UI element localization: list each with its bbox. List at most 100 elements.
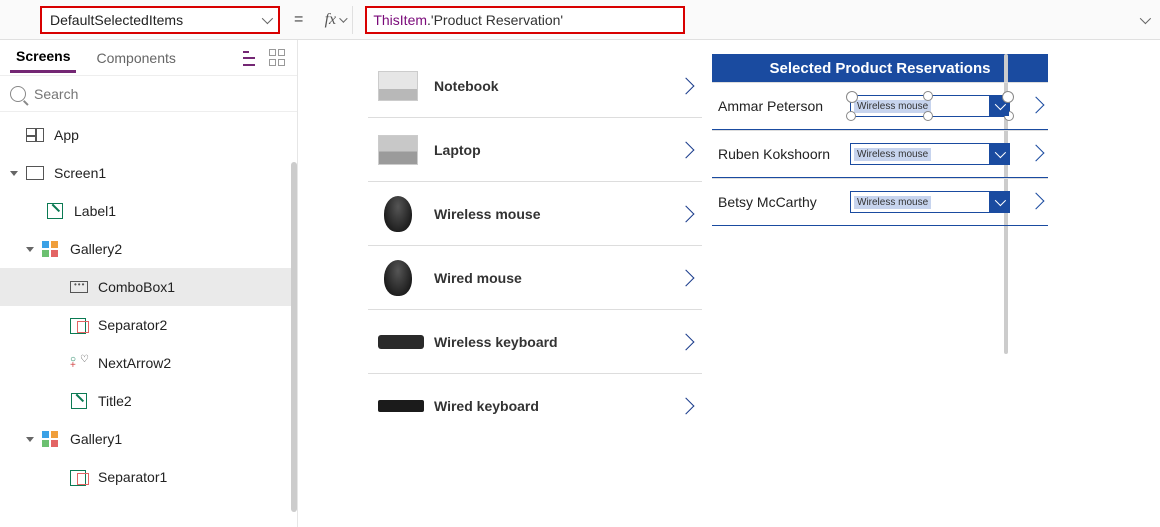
property-dropdown[interactable]: DefaultSelectedItems: [40, 6, 280, 34]
gallery-icon: [42, 241, 60, 257]
tree-view-icon[interactable]: [243, 49, 261, 67]
chevron-right-icon: [1028, 144, 1045, 161]
app-preview: Notebook Laptop Wireless mouse Wired mouse W…: [368, 54, 1148, 438]
tree-item-nextarrow2[interactable]: ○+♡ NextArrow2: [0, 344, 297, 382]
reservation-nav[interactable]: [1030, 147, 1042, 162]
tree-item-combobox1[interactable]: ComboBox1: [0, 268, 297, 306]
combobox-dropdown-button[interactable]: [989, 96, 1009, 116]
tab-components[interactable]: Components: [90, 44, 181, 72]
formula-token-literal: .'Product Reservation': [427, 12, 563, 28]
product-image: [384, 260, 412, 296]
label-icon: [47, 203, 63, 219]
tree-item-label: Label1: [74, 203, 116, 219]
product-row[interactable]: Notebook: [368, 54, 702, 118]
combobox-value: Wireless mouse: [854, 196, 931, 209]
tree-item-label: NextArrow2: [98, 355, 171, 371]
fx-icon: fx: [325, 11, 337, 29]
reservation-row: Betsy McCarthy Wireless mouse: [712, 178, 1048, 226]
chevron-down-icon: [995, 99, 1006, 110]
tree-panel: Screens Components App Screen1 Labe: [0, 40, 298, 527]
chevron-right-icon: [678, 398, 695, 415]
reservation-combobox[interactable]: Wireless mouse: [850, 143, 1010, 165]
tree-item-label: Gallery2: [70, 241, 122, 257]
nextarrow-icon: ○+♡: [70, 356, 88, 370]
tree-view: App Screen1 Label1 Gallery2 ComboBox1: [0, 112, 297, 527]
app-icon: [26, 128, 44, 142]
tree-item-gallery2[interactable]: Gallery2: [0, 230, 297, 268]
chevron-right-icon: [1028, 192, 1045, 209]
reservation-name: Ammar Peterson: [718, 98, 850, 114]
tree-item-label: Gallery1: [70, 431, 122, 447]
combobox-value: Wireless mouse: [854, 100, 931, 113]
gallery-icon: [42, 431, 60, 447]
chevron-right-icon: [678, 205, 695, 222]
product-image: [378, 400, 424, 412]
fx-button[interactable]: fx: [317, 6, 353, 34]
product-name: Laptop: [434, 142, 481, 158]
chevron-down-icon: [995, 195, 1006, 206]
chevron-right-icon: [678, 77, 695, 94]
combobox-icon: [70, 281, 88, 293]
property-dropdown-value: DefaultSelectedItems: [50, 12, 183, 28]
tree-item-label: Separator2: [98, 317, 167, 333]
tree-item-label1[interactable]: Label1: [0, 192, 297, 230]
screen-icon: [26, 166, 44, 180]
caret-down-icon: [26, 247, 34, 252]
tree-item-label: Separator1: [98, 469, 167, 485]
separator-icon: [70, 318, 88, 332]
product-image: [378, 71, 418, 101]
chevron-down-icon: [262, 12, 273, 23]
product-row[interactable]: Wired mouse: [368, 246, 702, 310]
reservations-header: Selected Product Reservations: [712, 54, 1048, 82]
chevron-right-icon: [1028, 96, 1045, 113]
product-row[interactable]: Wired keyboard: [368, 374, 702, 438]
search-input[interactable]: [34, 86, 287, 102]
tree-item-gallery1[interactable]: Gallery1: [0, 420, 297, 458]
tab-screens[interactable]: Screens: [10, 42, 76, 73]
tree-item-separator1[interactable]: Separator1: [0, 458, 297, 496]
reservation-combobox[interactable]: Wireless mouse: [850, 191, 1010, 213]
tree-item-app[interactable]: App: [0, 116, 297, 154]
product-name: Wireless keyboard: [434, 334, 558, 350]
product-name: Wired keyboard: [434, 398, 539, 414]
reservation-nav[interactable]: [1030, 195, 1042, 210]
formula-input[interactable]: ThisItem.'Product Reservation': [365, 6, 685, 34]
combobox-value: Wireless mouse: [854, 148, 931, 161]
chevron-down-icon: [995, 147, 1006, 158]
chevron-right-icon: [678, 141, 695, 158]
caret-down-icon: [10, 171, 18, 176]
reservation-combobox[interactable]: Wireless mouse: [850, 95, 1010, 117]
tree-tabs: Screens Components: [0, 40, 297, 76]
canvas: Notebook Laptop Wireless mouse Wired mouse W…: [298, 40, 1160, 527]
chevron-right-icon: [678, 269, 695, 286]
tree-search: [0, 76, 297, 112]
combobox-dropdown-button[interactable]: [989, 192, 1009, 212]
tree-item-label: Screen1: [54, 165, 106, 181]
product-image: [384, 196, 412, 232]
equals-sign: =: [294, 11, 303, 29]
reservations-panel: Selected Product Reservations Ammar Pete…: [712, 54, 1048, 438]
product-row[interactable]: Wireless mouse: [368, 182, 702, 246]
product-row[interactable]: Wireless keyboard: [368, 310, 702, 374]
tree-item-separator2[interactable]: Separator2: [0, 306, 297, 344]
search-icon: [10, 86, 26, 102]
caret-down-icon: [26, 437, 34, 442]
chevron-down-icon: [339, 14, 347, 22]
reservation-nav[interactable]: [1030, 99, 1042, 114]
product-name: Wired mouse: [434, 270, 522, 286]
tree-item-label: App: [54, 127, 79, 143]
tree-scrollbar[interactable]: [291, 162, 297, 512]
product-image: [378, 335, 424, 349]
product-row[interactable]: Laptop: [368, 118, 702, 182]
reservation-name: Betsy McCarthy: [718, 194, 850, 210]
tree-item-label: Title2: [98, 393, 132, 409]
formula-bar: DefaultSelectedItems = fx ThisItem.'Prod…: [0, 0, 1160, 40]
tree-item-label: ComboBox1: [98, 279, 175, 295]
expand-formula-icon[interactable]: [1140, 12, 1151, 23]
label-icon: [71, 393, 87, 409]
tree-item-title2[interactable]: Title2: [0, 382, 297, 420]
tree-item-screen1[interactable]: Screen1: [0, 154, 297, 192]
grid-view-icon[interactable]: [269, 49, 287, 67]
combobox-dropdown-button[interactable]: [989, 144, 1009, 164]
product-list: Notebook Laptop Wireless mouse Wired mouse W…: [368, 54, 702, 438]
